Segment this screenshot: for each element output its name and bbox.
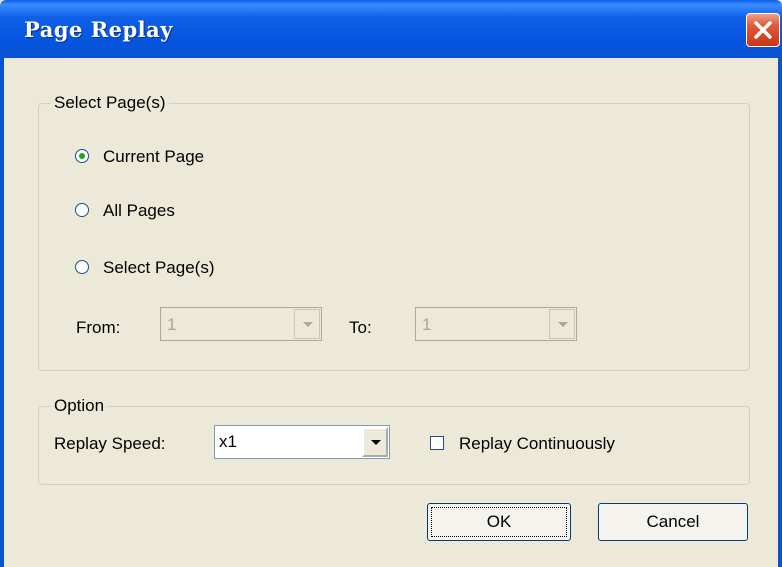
all-pages-radio[interactable] <box>75 203 89 217</box>
to-page-value: 1 <box>422 315 432 334</box>
replay-speed-dropdown-button[interactable] <box>362 427 388 457</box>
select-pages-label[interactable]: Select Page(s) <box>103 258 215 278</box>
close-icon <box>754 21 772 39</box>
title-bar[interactable]: Page Replay <box>0 0 782 58</box>
replay-speed-select[interactable]: x1 <box>214 425 390 459</box>
chevron-down-icon <box>558 322 568 327</box>
to-page-select[interactable]: 1 <box>415 307 577 341</box>
chevron-down-icon <box>371 440 381 445</box>
from-dropdown-button[interactable] <box>294 309 320 339</box>
cancel-button[interactable]: Cancel <box>598 503 748 541</box>
chevron-down-icon <box>303 322 313 327</box>
current-page-radio[interactable] <box>75 149 89 163</box>
window-title: Page Replay <box>24 17 173 42</box>
from-page-select[interactable]: 1 <box>160 307 322 341</box>
to-dropdown-button[interactable] <box>549 309 575 339</box>
replay-continuously-checkbox[interactable] <box>430 436 444 450</box>
replay-continuously-label[interactable]: Replay Continuously <box>459 434 615 454</box>
close-button[interactable] <box>746 13 780 47</box>
window-frame-left <box>0 58 4 567</box>
select-pages-group <box>38 103 750 371</box>
ok-button[interactable]: OK <box>427 503 571 541</box>
option-group-label: Option <box>51 396 108 416</box>
current-page-label[interactable]: Current Page <box>103 147 204 167</box>
from-label: From: <box>76 318 121 337</box>
window-frame-right <box>778 58 782 567</box>
to-label: To: <box>349 318 372 337</box>
from-page-value: 1 <box>167 315 177 334</box>
select-pages-radio[interactable] <box>75 260 89 274</box>
all-pages-label[interactable]: All Pages <box>103 201 175 221</box>
replay-speed-label: Replay Speed: <box>54 434 166 453</box>
replay-speed-value: x1 <box>219 432 237 451</box>
select-pages-group-label: Select Page(s) <box>51 93 169 113</box>
